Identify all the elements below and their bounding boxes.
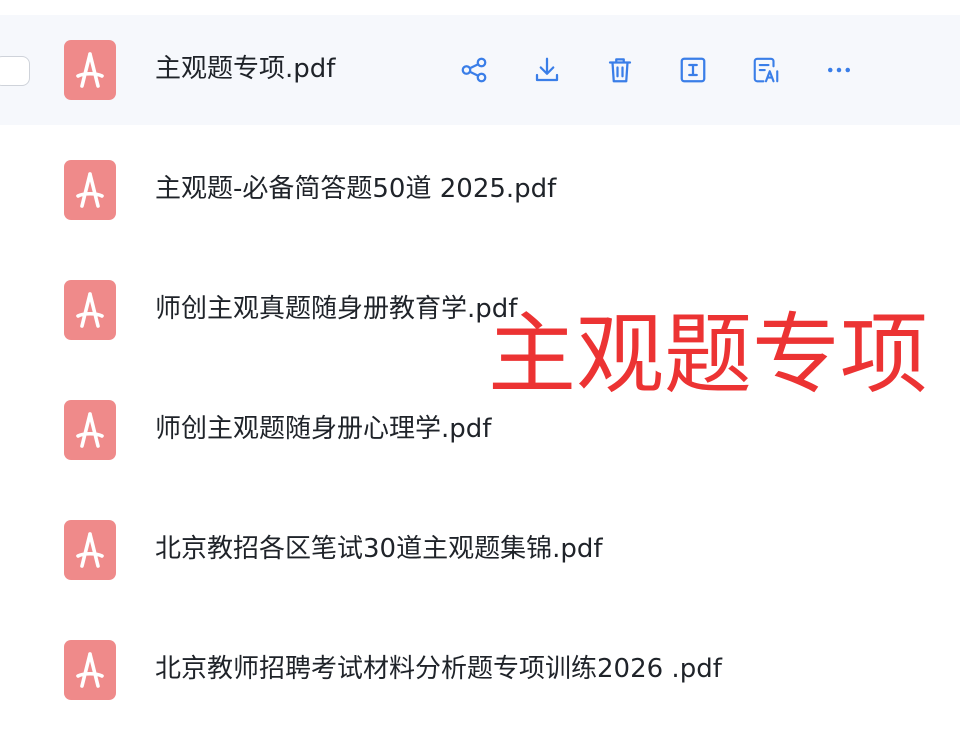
more-button[interactable]: [820, 53, 858, 87]
file-row[interactable]: 主观题-必备简答题50道 2025.pdf: [0, 135, 960, 245]
share-button[interactable]: [455, 53, 493, 87]
more-icon: [828, 67, 850, 73]
download-icon: [535, 57, 559, 82]
file-name[interactable]: 师创主观题随身册心理学.pdf: [155, 413, 491, 445]
file-row[interactable]: 北京教师招聘考试材料分析题专项训练2026 .pdf: [0, 615, 960, 725]
file-row[interactable]: 主观题专项.pdf: [0, 15, 960, 125]
row-checkbox[interactable]: [0, 56, 30, 86]
file-row[interactable]: 北京教招各区笔试30道主观题集锦.pdf: [0, 495, 960, 605]
file-list: 主观题专项.pdf 主观题-必备简答题50道 2025.pdf 师创主观真题随身…: [0, 0, 960, 736]
rename-button[interactable]: [674, 53, 712, 87]
download-button[interactable]: [528, 53, 566, 87]
row-actions: [455, 53, 893, 87]
ai-summary-button[interactable]: [747, 53, 785, 87]
pdf-file-icon: [64, 160, 116, 220]
share-icon: [461, 57, 487, 83]
pdf-file-icon: [64, 520, 116, 580]
delete-button[interactable]: [601, 53, 639, 87]
file-name[interactable]: 师创主观真题随身册教育学.pdf: [155, 293, 517, 325]
ai-summary-icon: [753, 57, 779, 83]
rename-icon: [680, 57, 706, 83]
pdf-file-icon: [64, 640, 116, 700]
file-name[interactable]: 北京教师招聘考试材料分析题专项训练2026 .pdf: [155, 653, 722, 685]
delete-icon: [608, 58, 632, 83]
pdf-file-icon: [64, 40, 116, 100]
file-name[interactable]: 主观题-必备简答题50道 2025.pdf: [155, 173, 556, 205]
overlay-title: 主观题专项: [488, 303, 929, 406]
file-name[interactable]: 北京教招各区笔试30道主观题集锦.pdf: [155, 533, 603, 565]
pdf-file-icon: [64, 400, 116, 460]
file-name[interactable]: 主观题专项.pdf: [155, 53, 335, 85]
pdf-file-icon: [64, 280, 116, 340]
